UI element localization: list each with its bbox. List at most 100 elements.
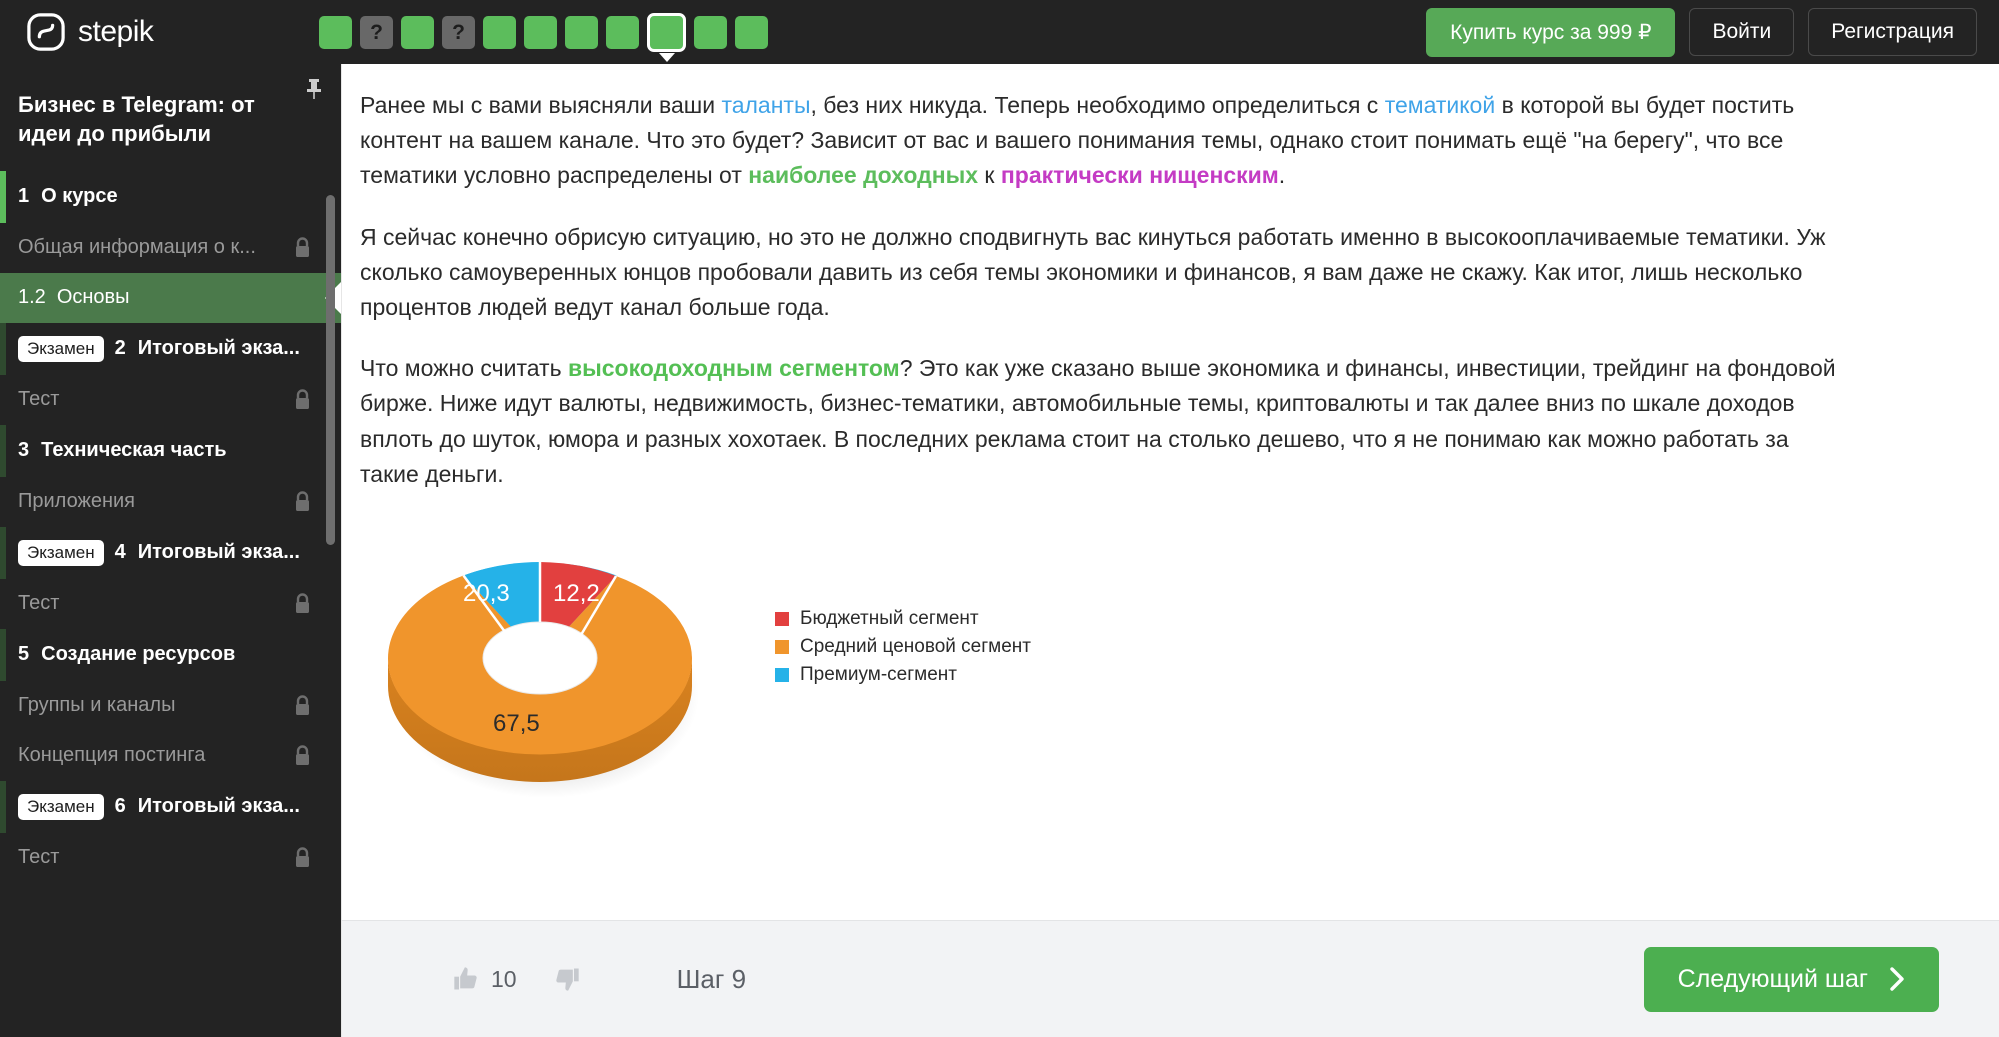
- lesson-text: Ранее мы с вами выясняли ваши таланты, б…: [342, 64, 1999, 808]
- section-progress-edge: [0, 170, 6, 223]
- section-title: О курсе: [41, 185, 118, 207]
- legend-label: Премиум-сегмент: [800, 663, 957, 685]
- highlight-most-profitable: наиболее доходных: [748, 162, 979, 189]
- sidebar-section-8[interactable]: Экзамен 4 Итоговый экза...: [0, 526, 341, 579]
- section-title: Техническая часть: [41, 439, 227, 461]
- section-number: 5: [18, 643, 30, 665]
- section-number: 3: [18, 439, 30, 461]
- progress-square-5[interactable]: [483, 15, 516, 49]
- lesson-title: Концепция постинга: [18, 744, 206, 766]
- sidebar-lesson-7[interactable]: Приложения: [0, 477, 341, 527]
- section-number: 1: [18, 185, 30, 207]
- section-title: Создание ресурсов: [41, 643, 236, 665]
- sidebar-lesson-3[interactable]: 1.2 Основы: [0, 272, 341, 323]
- next-step-label: Следующий шаг: [1677, 964, 1868, 993]
- legend-label: Средний ценовой сегмент: [800, 635, 1031, 657]
- course-sidebar: Бизнес в Telegram: от идеи до прибыли 1О…: [0, 64, 341, 1037]
- sidebar-lesson-9[interactable]: Тест: [0, 579, 341, 629]
- lesson-footer-bar: 10 Шаг 9 Следующий шаг: [341, 920, 1999, 1037]
- progress-square-6[interactable]: [524, 15, 557, 49]
- sidebar-scrollbar-thumb[interactable]: [326, 195, 335, 545]
- section-title: Итоговый экза...: [137, 337, 300, 359]
- p3-text-1: Что можно считать: [360, 355, 568, 382]
- login-button[interactable]: Войти: [1689, 8, 1795, 56]
- sidebar-lesson-5[interactable]: Тест: [0, 375, 341, 425]
- lock-icon: [296, 389, 309, 409]
- buy-course-button[interactable]: Купить курс за 999 ₽: [1426, 7, 1676, 57]
- chart-legend: Бюджетный сегмент Средний ценовой сегмент…: [775, 608, 1031, 692]
- lock-icon: [296, 593, 309, 613]
- progress-square-4[interactable]: [442, 15, 475, 49]
- exam-badge: Экзамен: [18, 793, 104, 820]
- segment-chart: 12,2 20,3 67,5 Бюджетный сегмент Средний …: [360, 518, 1939, 808]
- section-title: Итоговый экза...: [137, 795, 300, 817]
- legend-label: Бюджетный сегмент: [800, 607, 979, 629]
- sidebar-lesson-12[interactable]: Концепция постинга: [0, 731, 341, 781]
- donut-chart: 12,2 20,3 67,5: [375, 518, 705, 808]
- lesson-number: 1.2: [18, 286, 46, 308]
- section-title: Итоговый экза...: [137, 541, 300, 563]
- progress-square-1[interactable]: [319, 15, 352, 49]
- section-progress-edge: [0, 780, 6, 833]
- vote-controls: 10 Шаг 9: [452, 964, 746, 995]
- sidebar-section-1[interactable]: 1 О курсе: [0, 170, 341, 223]
- lesson-title: Тест: [18, 846, 60, 868]
- progress-square-2[interactable]: [360, 15, 393, 49]
- legend-item: Бюджетный сегмент: [775, 608, 1031, 630]
- section-number: 6: [114, 795, 126, 817]
- sidebar-section-13[interactable]: Экзамен 6 Итоговый экза...: [0, 780, 341, 833]
- course-nav-list: 1 О курсе Общая информация о к... 1.2 Основы…: [0, 170, 341, 883]
- lesson-title: Тест: [18, 388, 60, 410]
- progress-square-11[interactable]: [735, 15, 768, 49]
- pushpin-icon[interactable]: [305, 78, 323, 100]
- lock-icon: [296, 847, 309, 867]
- lock-icon: [296, 695, 309, 715]
- section-number: 4: [114, 541, 126, 563]
- course-title: Бизнес в Telegram: от идеи до прибыли: [18, 92, 255, 147]
- like-count: 10: [491, 965, 517, 992]
- thumbs-up-icon[interactable]: [452, 965, 480, 993]
- p1-text-1: Ранее мы с вами выясняли ваши: [360, 92, 722, 118]
- topic-link[interactable]: тематикой: [1385, 92, 1496, 118]
- thumbs-down-icon[interactable]: [553, 965, 581, 993]
- section-progress-edge: [0, 526, 6, 579]
- highlight-high-income-segment: высокодоходным сегментом: [567, 355, 900, 382]
- lesson-title: Общая информация о к...: [18, 236, 256, 258]
- progress-square-10[interactable]: [694, 15, 727, 49]
- highlight-poorest: практически нищенским: [1000, 162, 1279, 189]
- p1-text-2: , без них никуда. Теперь необходимо опре…: [810, 92, 1385, 118]
- chevron-right-icon: [1890, 967, 1904, 991]
- lesson-title: Тест: [18, 592, 60, 614]
- sidebar-section-4[interactable]: Экзамен 2 Итоговый экза...: [0, 322, 341, 375]
- talents-link[interactable]: таланты: [721, 92, 810, 118]
- register-button[interactable]: Регистрация: [1808, 8, 1977, 56]
- legend-item: Премиум-сегмент: [775, 664, 1031, 686]
- section-progress-edge: [0, 424, 6, 477]
- top-header: stepik Купить курс за 999 ₽ Войти Регист…: [0, 0, 1999, 64]
- sidebar-lesson-11[interactable]: Группы и каналы: [0, 681, 341, 731]
- lock-icon: [296, 237, 309, 257]
- lock-icon: [296, 745, 309, 765]
- donut-chart-svg: [388, 561, 699, 798]
- step-label: Шаг 9: [676, 963, 747, 994]
- sidebar-section-6[interactable]: 3 Техническая часть: [0, 424, 341, 477]
- stepik-logo[interactable]: stepik: [27, 13, 292, 51]
- legend-color-chip: [775, 667, 789, 682]
- section-number: 2: [114, 337, 126, 359]
- lock-icon: [296, 491, 309, 511]
- progress-square-8[interactable]: [606, 15, 639, 49]
- paragraph-2: Я сейчас конечно обрисую ситуацию, но эт…: [360, 223, 1826, 320]
- sidebar-lesson-14[interactable]: Тест: [0, 833, 341, 883]
- dislike-button[interactable]: [553, 965, 581, 993]
- sidebar-scrollbar[interactable]: [326, 195, 335, 795]
- lesson-content-area: Ранее мы с вами выясняли ваши таланты, б…: [341, 64, 1999, 920]
- progress-square-3[interactable]: [401, 15, 434, 49]
- lesson-title: Группы и каналы: [18, 694, 176, 716]
- sidebar-section-10[interactable]: 5 Создание ресурсов: [0, 628, 341, 681]
- next-step-button[interactable]: Следующий шаг: [1643, 946, 1939, 1012]
- exam-badge: Экзамен: [18, 539, 104, 566]
- sidebar-lesson-2[interactable]: Общая информация о к...: [0, 223, 341, 273]
- progress-square-9[interactable]: [647, 12, 686, 52]
- progress-square-7[interactable]: [565, 15, 598, 49]
- section-progress-edge: [0, 628, 6, 681]
